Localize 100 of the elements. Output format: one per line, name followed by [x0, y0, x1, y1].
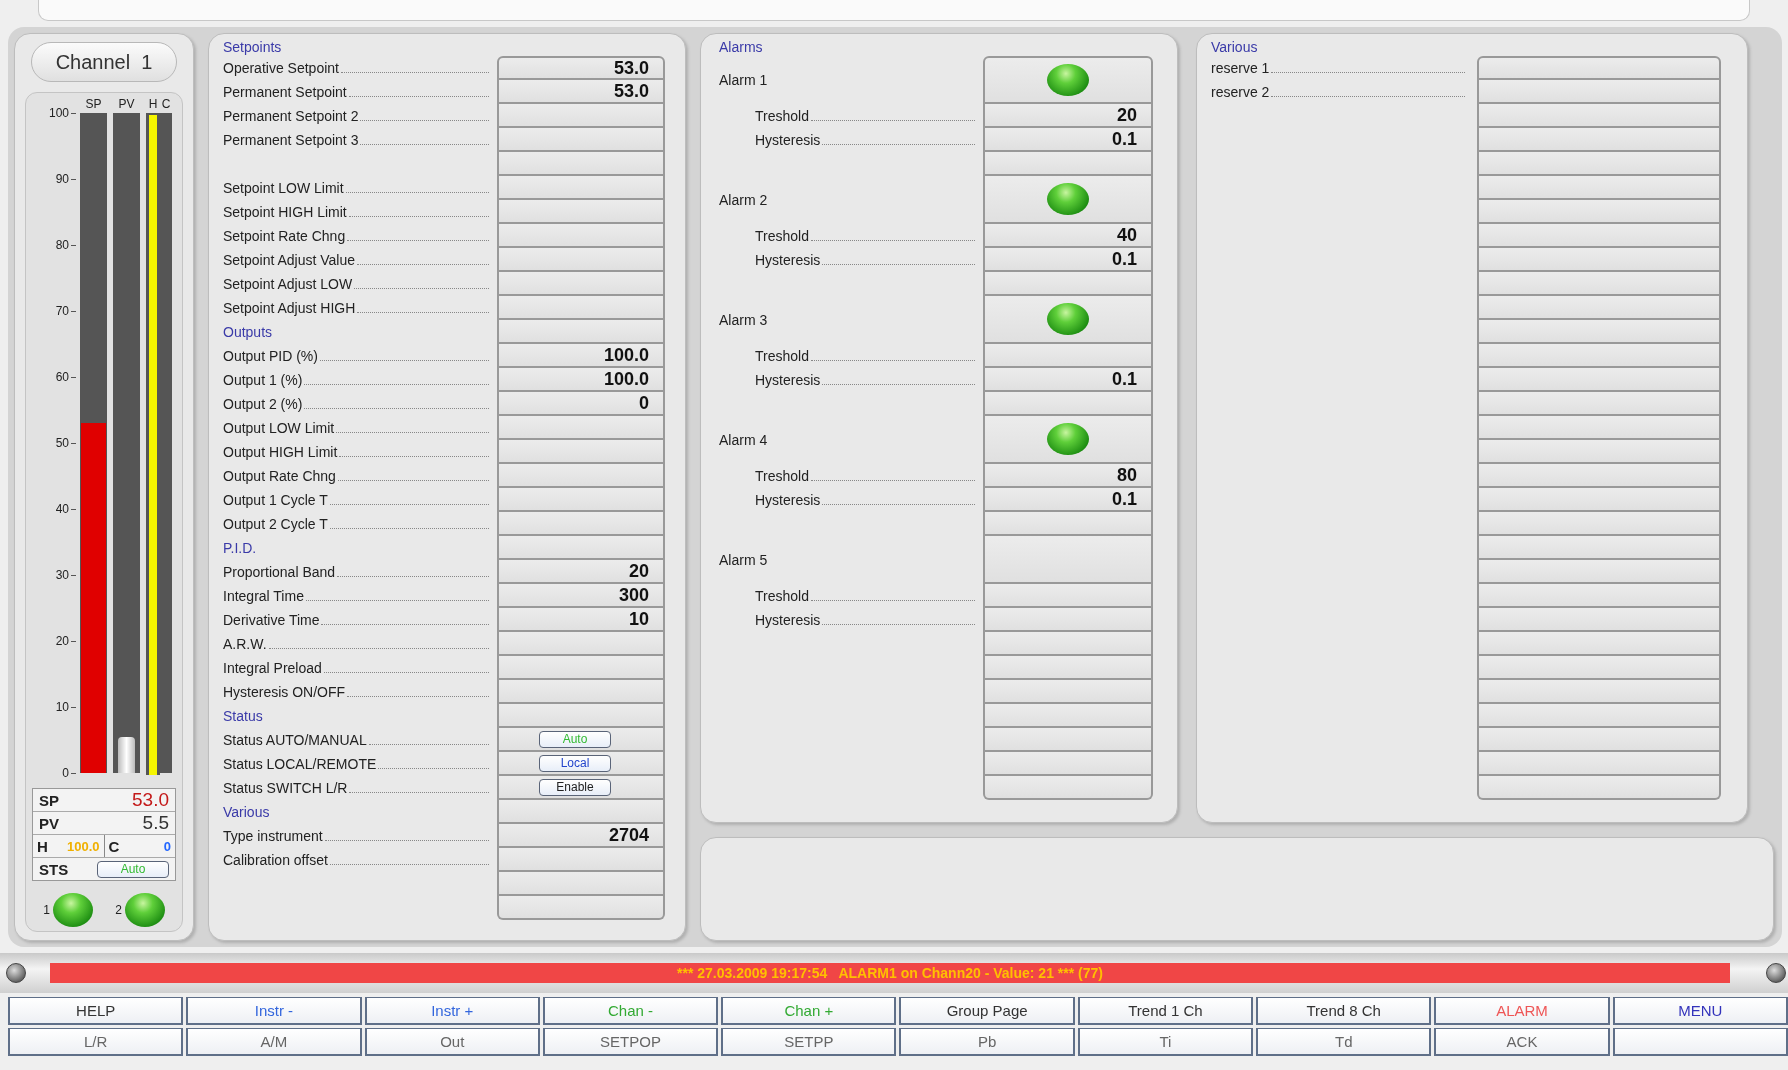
- field-label: Hysteresis: [755, 612, 821, 628]
- field-label: A.R.W.: [223, 636, 267, 652]
- field-label: reserve 1: [1211, 60, 1270, 76]
- knob-icon: [6, 963, 26, 983]
- field-label: Setpoint Adjust LOW: [223, 276, 353, 292]
- led-label: 2: [115, 903, 122, 917]
- function-button[interactable]: SETPP: [721, 1028, 897, 1056]
- alarm-label: Alarm 4: [719, 432, 768, 448]
- field-label: Output 2 (%): [223, 396, 303, 412]
- readout-value: 5.5: [142, 812, 169, 834]
- field-label: Output 1 (%): [223, 372, 303, 388]
- value-cell: 20: [983, 104, 1153, 128]
- function-button[interactable]: Td: [1256, 1028, 1432, 1056]
- alarm-label: Alarm 1: [719, 72, 768, 88]
- function-button[interactable]: [1612, 1028, 1788, 1056]
- tick-mark: [71, 772, 76, 774]
- field-label: Status LOCAL/REMOTE: [223, 756, 377, 772]
- field-label: Derivative Time: [223, 612, 320, 628]
- scale-label: 80: [55, 238, 69, 252]
- field-label: Treshold: [755, 348, 809, 364]
- function-button[interactable]: Group Page: [899, 997, 1075, 1025]
- readout-label: H: [37, 837, 48, 855]
- value-cell: 40: [983, 224, 1153, 248]
- field-label: Status AUTO/MANUAL: [223, 732, 367, 748]
- function-button[interactable]: Trend 8 Ch: [1256, 997, 1432, 1025]
- value-cell: 0.1: [983, 488, 1153, 512]
- readout-label: SP: [39, 791, 59, 809]
- function-button[interactable]: Chan +: [721, 997, 897, 1025]
- function-button[interactable]: Instr -: [186, 997, 362, 1025]
- field-label: Permanent Setpoint: [223, 84, 347, 100]
- readout-label: C: [108, 837, 120, 855]
- status-button[interactable]: Enable: [539, 778, 611, 796]
- function-button[interactable]: ALARM: [1434, 997, 1610, 1025]
- field-label: Output LOW Limit: [223, 420, 335, 436]
- readout-label: STS: [39, 860, 69, 878]
- status-button[interactable]: Local: [539, 754, 611, 772]
- field-label: Setpoint Rate Chng: [223, 228, 346, 244]
- panel-title: Various: [1211, 38, 1259, 56]
- field-label: Output Rate Chng: [223, 468, 336, 484]
- tick-mark: [71, 376, 76, 378]
- readout-value: 0: [163, 838, 171, 854]
- function-button[interactable]: HELP: [8, 997, 184, 1025]
- scale-label: 0: [62, 766, 69, 780]
- section-heading: Various: [223, 804, 270, 820]
- function-button[interactable]: SETPOP: [542, 1028, 719, 1056]
- function-button[interactable]: A/M: [186, 1028, 362, 1056]
- field-label: Output 2 Cycle T: [223, 516, 328, 532]
- tick-mark: [71, 574, 76, 576]
- field-label: Output PID (%): [223, 348, 318, 364]
- bar-label: PV: [117, 97, 136, 113]
- field-label: Hysteresis: [755, 372, 821, 388]
- field-label: reserve 2: [1211, 84, 1270, 100]
- field-label: Status SWITCH L/R: [223, 780, 348, 796]
- value-cell: 53.0: [497, 56, 665, 80]
- tick-mark: [71, 310, 76, 312]
- value-cell: 100.0: [497, 344, 665, 368]
- section-heading: Outputs: [223, 324, 273, 340]
- function-button[interactable]: MENU: [1612, 997, 1788, 1025]
- section-heading: P.I.D.: [223, 540, 257, 556]
- field-label: Integral Preload: [223, 660, 322, 676]
- scale-label: 40: [55, 502, 69, 516]
- scale-label: 100: [48, 106, 69, 120]
- bar-label: C: [160, 97, 172, 113]
- value-cell: 300: [497, 584, 665, 608]
- function-button[interactable]: Instr +: [364, 997, 540, 1025]
- function-button[interactable]: Chan -: [542, 997, 719, 1025]
- value-cell: 0: [497, 392, 665, 416]
- scale-label: 60: [55, 370, 69, 384]
- field-label: Calibration offset: [223, 852, 328, 868]
- tick-mark: [71, 706, 76, 708]
- function-button[interactable]: Pb: [899, 1028, 1075, 1056]
- alarm-label: Alarm 5: [719, 552, 768, 568]
- field-label: Output 1 Cycle T: [223, 492, 328, 508]
- tick-mark: [71, 442, 76, 444]
- field-label: Operative Setpoint: [223, 60, 339, 76]
- field-label: Treshold: [755, 108, 809, 124]
- panel-title: Alarms: [719, 38, 764, 56]
- tick-mark: [71, 112, 76, 114]
- function-button[interactable]: Trend 1 Ch: [1077, 997, 1254, 1025]
- function-button[interactable]: Out: [364, 1028, 540, 1056]
- field-label: Setpoint Adjust Value: [223, 252, 356, 268]
- value-cell: 100.0: [497, 368, 665, 392]
- value-cell: 2704: [497, 824, 665, 848]
- function-button[interactable]: ACK: [1434, 1028, 1610, 1056]
- alarm-label: Alarm 3: [719, 312, 768, 328]
- alarm-label: Alarm 2: [719, 192, 768, 208]
- field-label: Treshold: [755, 228, 809, 244]
- function-button[interactable]: Ti: [1077, 1028, 1254, 1056]
- section-heading: Status: [223, 708, 263, 724]
- field-label: Permanent Setpoint 2: [223, 108, 359, 124]
- knob-icon: [1766, 963, 1786, 983]
- field-label: Treshold: [755, 468, 809, 484]
- value-cell: 0.1: [983, 128, 1153, 152]
- function-button[interactable]: L/R: [8, 1028, 184, 1056]
- readout-value: 53.0: [132, 789, 169, 811]
- scale-label: 90: [55, 172, 69, 186]
- readout-label: PV: [39, 814, 59, 832]
- field-label: Hysteresis: [755, 252, 821, 268]
- field-label: Integral Time: [223, 588, 304, 604]
- scale-label: 50: [55, 436, 69, 450]
